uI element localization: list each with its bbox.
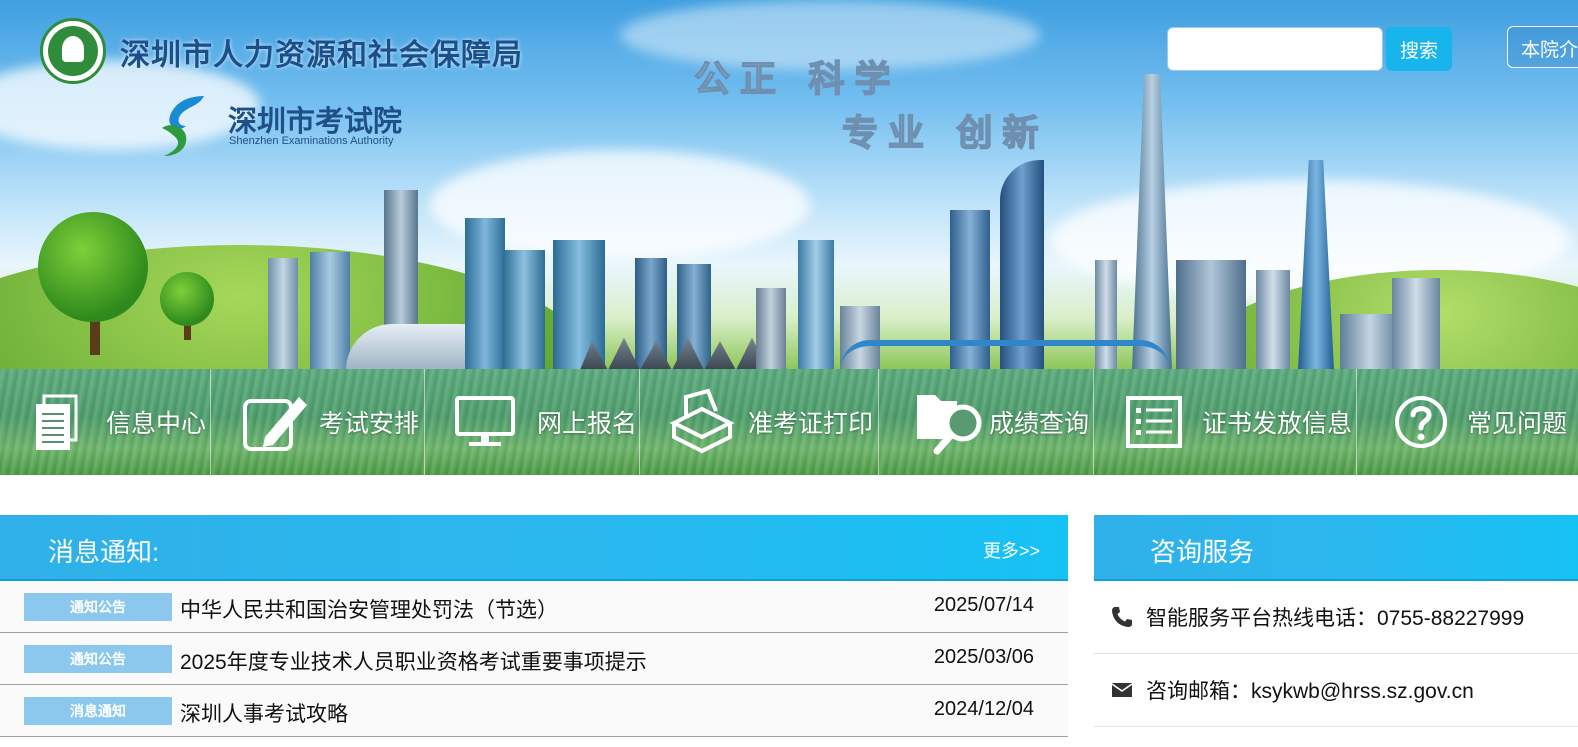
notice-date: 2024/12/04 [933, 698, 1034, 720]
search-input[interactable] [1167, 27, 1383, 71]
notice-title-link[interactable]: 深圳人事考试攻略 [180, 698, 348, 728]
tree-icon [160, 272, 214, 326]
notice-row[interactable]: 消息通知 深圳人事考试攻略 2024/12/04 [0, 685, 1068, 737]
list-icon [1126, 396, 1182, 448]
hotline-text: 智能服务平台热线电话：0755-88227999 [1146, 607, 1525, 630]
nav-item-faq[interactable]: 常见问题 [1357, 369, 1578, 475]
consult-row-email: 咨询邮箱：ksykwb@hrss.sz.gov.cn [1094, 654, 1578, 727]
printer-icon [669, 388, 734, 454]
building [1392, 278, 1440, 370]
consult-row-hotline: 智能服务平台热线电话：0755-88227999 [1094, 581, 1578, 654]
consult-panel: 咨询服务 智能服务平台热线电话：0755-88227999 咨询邮箱：ksykw… [1094, 515, 1578, 747]
nav-label: 成绩查询 [989, 410, 1090, 438]
notice-date: 2025/07/14 [933, 594, 1034, 616]
bridge-arc [840, 340, 1170, 370]
nav-label: 证书发放信息 [1202, 410, 1353, 438]
building [1000, 160, 1044, 370]
slogan-line-1: 公正 科学 [693, 57, 901, 101]
nav-item-info-center[interactable]: 信息中心 [0, 369, 211, 475]
question-icon [1395, 396, 1447, 448]
nav-label: 准考证打印 [748, 410, 874, 438]
page: 深圳市人力资源和社会保障局 深圳市考试院 Shenzhen Examinatio… [0, 0, 1578, 747]
nav-label: 网上报名 [537, 410, 638, 438]
notice-tag-badge: 通知公告 [24, 593, 172, 621]
building [465, 218, 505, 370]
document-icon [36, 394, 78, 450]
building [1176, 260, 1246, 370]
nav-label: 考试安排 [319, 410, 420, 438]
monitor-icon [455, 396, 515, 446]
bureau-name: 深圳市人力资源和社会保障局 [120, 39, 523, 72]
authority-name-en: Shenzhen Examinations Authority [229, 135, 394, 147]
authority-name: 深圳市考试院 [228, 106, 403, 138]
main-nav: 信息中心 考试安排 网上报名 准考证打印 成绩查询 证书发放信息 常见问题 [0, 369, 1578, 475]
nav-item-score-query[interactable]: 成绩查询 [879, 369, 1094, 475]
edit-pencil-icon [243, 397, 307, 451]
nav-label: 信息中心 [106, 410, 207, 438]
email-text[interactable]: 咨询邮箱：ksykwb@hrss.sz.gov.cn [1146, 675, 1474, 705]
slogan-line-2: 专业 创新 [841, 111, 1049, 155]
more-link[interactable]: 更多>> [983, 537, 1040, 563]
notice-date: 2025/03/06 [933, 646, 1034, 668]
notice-row[interactable]: 通知公告 2025年度专业技术人员职业资格考试重要事项提示 2025/03/06 [0, 633, 1068, 685]
nav-item-online-registration[interactable]: 网上报名 [425, 369, 640, 475]
authority-logo-icon [162, 96, 204, 156]
notice-row[interactable]: 通知公告 中华人民共和国治安管理处罚法（节选） 2025/07/14 [0, 581, 1068, 633]
about-button[interactable]: 本院介绍 [1507, 26, 1578, 68]
notice-tag-badge: 通知公告 [24, 645, 172, 673]
notices-header: 消息通知: 更多>> [0, 515, 1068, 581]
nav-item-exam-schedule[interactable]: 考试安排 [211, 369, 425, 475]
building [1256, 270, 1290, 370]
folder-search-icon [917, 395, 982, 455]
header-banner: 深圳市人力资源和社会保障局 深圳市考试院 Shenzhen Examinatio… [0, 0, 1578, 370]
notice-title-link[interactable]: 中华人民共和国治安管理处罚法（节选） [180, 594, 558, 624]
notice-title-link[interactable]: 2025年度专业技术人员职业资格考试重要事项提示 [180, 646, 647, 676]
notices-panel: 消息通知: 更多>> 通知公告 中华人民共和国治安管理处罚法（节选） 2025/… [0, 515, 1068, 747]
building [756, 288, 786, 370]
nav-item-admission-print[interactable]: 准考证打印 [640, 369, 879, 475]
building [268, 258, 298, 370]
building [553, 240, 605, 370]
nav-label: 常见问题 [1467, 410, 1568, 438]
building [310, 252, 350, 370]
tree-icon [38, 212, 148, 322]
nav-item-certificate-issuance[interactable]: 证书发放信息 [1094, 369, 1357, 475]
notice-tag-badge: 消息通知 [24, 697, 172, 725]
consult-header: 咨询服务 [1094, 515, 1578, 581]
phone-icon [1112, 607, 1132, 627]
bureau-emblem-icon [40, 18, 106, 84]
notices-title: 消息通知: [48, 537, 160, 567]
mail-icon [1111, 683, 1133, 697]
building [1340, 314, 1400, 370]
consult-title: 咨询服务 [1150, 537, 1255, 567]
ping-an-tower [1132, 74, 1172, 370]
building [798, 240, 834, 370]
search-button[interactable]: 搜索 [1386, 27, 1452, 71]
building [503, 250, 545, 370]
